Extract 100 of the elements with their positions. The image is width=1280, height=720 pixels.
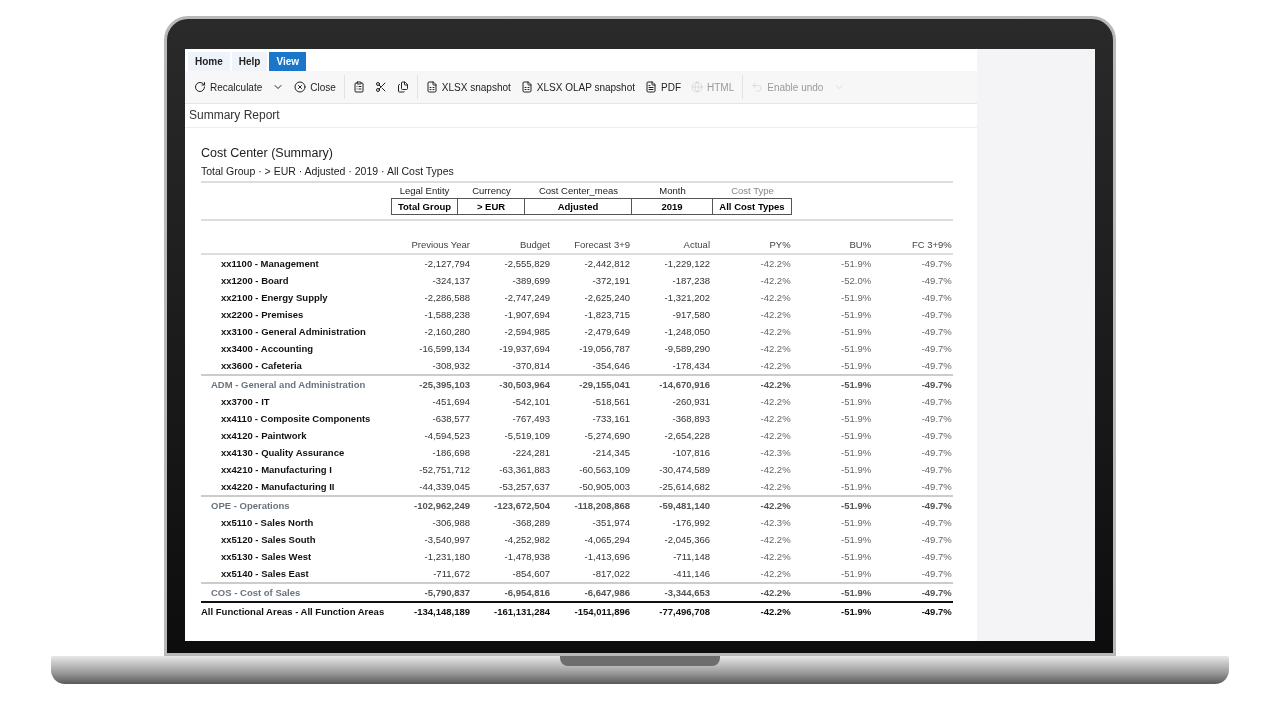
table-cell-text: -49.7%	[920, 342, 953, 356]
table-cell-text: -42.2%	[759, 429, 792, 443]
column-header: Previous Year	[391, 239, 471, 255]
table-cell: -102,962,249	[391, 495, 471, 514]
table-cell-text: -53,257,637	[498, 480, 551, 494]
table-cell-text: -451,694	[431, 395, 471, 409]
breadcrumb: Total Group · > EUR · Adjusted · 2019 · All Cost Types	[201, 165, 455, 177]
row-label: xx3700 - IT	[220, 395, 271, 409]
filter-label: Currency	[471, 185, 512, 198]
toolbar-button[interactable]: PDF	[640, 77, 686, 97]
table-cell-text: -42.2%	[759, 550, 792, 564]
table-cell-text: -19,056,787	[578, 342, 631, 356]
table-cell-text: -49.7%	[920, 567, 953, 581]
table-cell: -42.2%	[711, 582, 792, 601]
table-cell-text: -1,413,696	[583, 550, 631, 564]
table-cell-text: -542,101	[511, 395, 551, 409]
table-cell-text: -51.9%	[840, 395, 873, 409]
table-cell: -161,131,284	[471, 601, 551, 620]
table-cell-text: -176,992	[671, 516, 711, 530]
table-cell-text: -51.9%	[840, 516, 873, 530]
table-cell: -51.9%	[791, 601, 873, 620]
table-cell-text: -49.7%	[920, 325, 953, 339]
table-cell-text: -16,599,134	[418, 342, 471, 356]
table-cell: -118,208,868	[551, 495, 631, 514]
column-header: PY%	[711, 239, 792, 255]
table-cell: -30,503,964	[471, 374, 551, 393]
toolbar-button[interactable]: Close	[289, 77, 341, 97]
report-title: Cost Center (Summary)	[201, 146, 334, 160]
globe-icon	[691, 81, 703, 93]
table-cell-text: -1,823,715	[583, 308, 631, 322]
table-cell-text: -351,974	[591, 516, 631, 530]
table-cell-text: -42.2%	[759, 533, 792, 547]
row-label: COS - Cost of Sales	[201, 582, 391, 601]
table-cell-text: -711,672	[432, 567, 471, 581]
table-cell-text: -854,607	[511, 567, 551, 581]
table-cell-text: -49.7%	[920, 480, 953, 494]
table-cell: -134,148,189	[391, 601, 471, 620]
table-cell-text: -917,580	[671, 308, 711, 322]
filter-label: Cost Center_meas	[537, 185, 620, 198]
table-cell-text: -5,519,109	[503, 429, 551, 443]
table-cell-text: -411,146	[672, 567, 711, 581]
column-header: Forecast 3+9	[551, 239, 631, 255]
toolbar-button[interactable]: XLSX snapshot	[420, 77, 516, 97]
table-cell-text: -19,937,694	[498, 342, 551, 356]
row-label: All Functional Areas - All Function Areas	[201, 601, 391, 620]
filter-selector[interactable]: Adjusted	[525, 198, 632, 215]
table-cell: -123,672,504	[471, 495, 551, 514]
table-cell-text: -49.7%	[920, 550, 953, 564]
table-cell-text: -186,698	[431, 446, 471, 460]
table-cell-text: -3,540,997	[423, 533, 471, 547]
row-label: xx4120 - Paintwork	[220, 429, 308, 443]
filter-label: Legal Entity	[398, 185, 451, 198]
close-icon	[294, 81, 307, 93]
table-cell-text: -51.9%	[840, 359, 873, 373]
menu-tab[interactable]: View	[269, 52, 307, 71]
table-cell-text: -260,931	[671, 395, 711, 409]
filter-selector[interactable]: > EUR	[458, 198, 525, 215]
table-cell-text: -42.2%	[759, 463, 792, 477]
filter-selector[interactable]: Total Group	[391, 198, 458, 215]
row-label: xx4130 - Quality Assurance	[220, 446, 346, 460]
menu-tab[interactable]: Help	[231, 52, 268, 71]
row-label: xx3400 - Accounting	[220, 342, 315, 356]
table-cell-text: -51.9%	[840, 567, 873, 581]
table-cell-text: -42.2%	[759, 291, 792, 305]
table-cell: -77,496,708	[631, 601, 711, 620]
table-cell-text: -42.2%	[759, 480, 792, 494]
table-cell-text: -42.2%	[759, 308, 792, 322]
table-cell-text: -49.7%	[920, 291, 953, 305]
table-cell-text: -4,594,523	[423, 429, 471, 443]
table-cell: -154,011,896	[551, 601, 631, 620]
table-cell: -6,954,816	[471, 582, 551, 601]
filter-selector[interactable]: 2019	[632, 198, 713, 215]
table-cell-text: -2,594,985	[503, 325, 551, 339]
table-cell-text: -49.7%	[920, 429, 953, 443]
column-header: BU%	[791, 239, 873, 255]
column-header: Actual	[631, 239, 711, 255]
row-label: xx4220 - Manufacturing II	[220, 480, 336, 494]
row-label: xx5140 - Sales East	[220, 567, 310, 581]
menu-tab[interactable]: Home	[188, 52, 230, 71]
toolbar-button[interactable]: Recalculate	[189, 77, 268, 97]
table-cell-text: -324,137	[431, 274, 471, 288]
table-cell-text: -178,434	[671, 359, 711, 373]
table-cell-text: -224,281	[511, 446, 551, 460]
table-cell-text: -817,022	[591, 567, 631, 581]
table-cell-text: -51.9%	[840, 308, 873, 322]
table-cell-text: -49.7%	[920, 395, 953, 409]
table-cell-text: -51.9%	[840, 325, 873, 339]
row-label: xx5120 - Sales South	[220, 533, 317, 547]
table-cell-text: -51.9%	[840, 257, 873, 271]
table-cell: -51.9%	[791, 582, 873, 601]
toolbar-button[interactable]: XLSX OLAP snapshot	[515, 77, 640, 97]
table-cell-text: -370,814	[511, 359, 551, 373]
row-label: xx4210 - Manufacturing I	[220, 463, 333, 477]
table-cell-text: -5,274,690	[583, 429, 631, 443]
table-cell-text: -49.7%	[920, 533, 953, 547]
table-cell-text: -49.7%	[920, 463, 953, 477]
column-header: Budget	[471, 239, 551, 255]
row-label: xx1100 - Management	[220, 257, 320, 271]
spreadsheet-icon	[520, 81, 533, 93]
table-cell-text: -49.7%	[920, 257, 953, 271]
